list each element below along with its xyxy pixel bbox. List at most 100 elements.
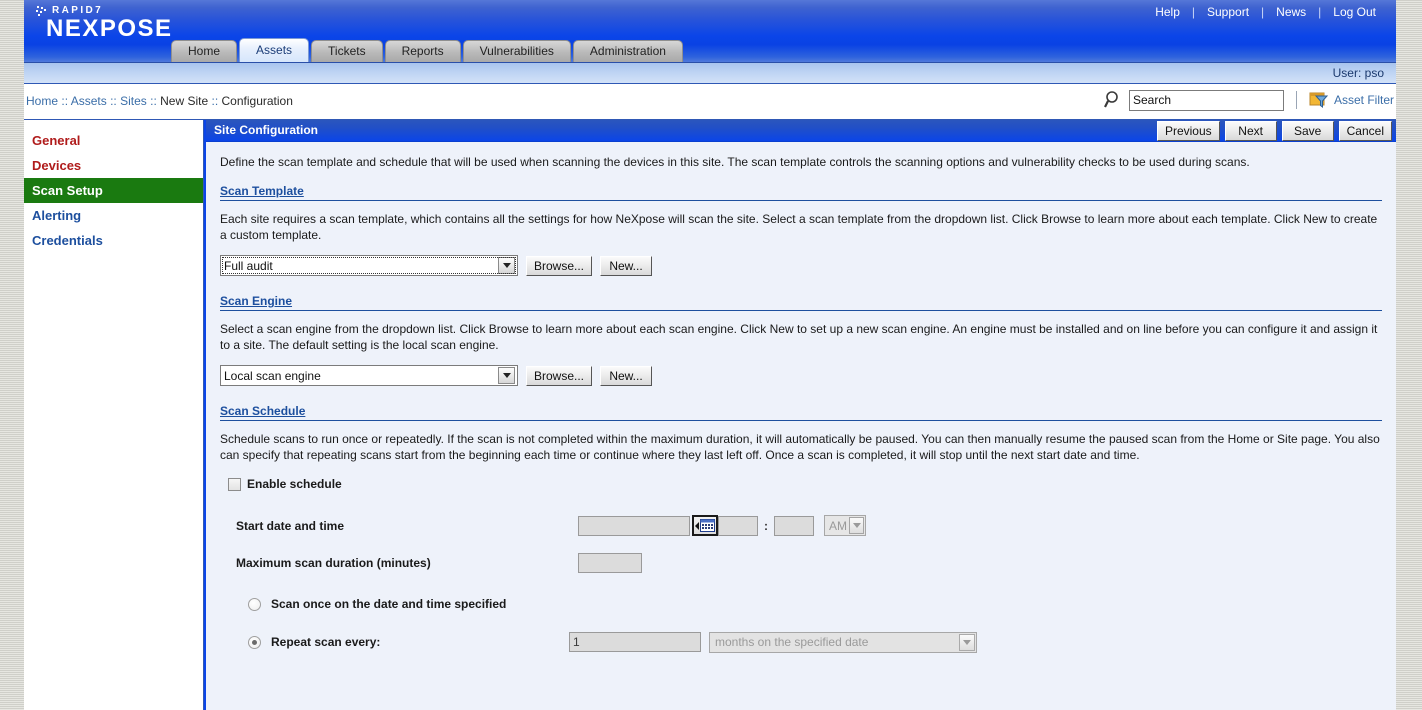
breadcrumb-item-home[interactable]: Home [26, 94, 58, 108]
page-title: Site Configuration [214, 123, 318, 137]
search-icon[interactable] [1103, 89, 1125, 111]
tab-assets[interactable]: Assets [239, 38, 310, 62]
scan-template-select[interactable]: Full audit [220, 255, 518, 276]
max-duration-input[interactable] [578, 552, 642, 573]
repeat-scan-radio[interactable] [248, 635, 261, 649]
intro-text: Define the scan template and schedule th… [220, 155, 1250, 169]
app-page: RAPID7 NEXPOSE Help | Support | News | L… [24, 0, 1396, 710]
sidebar-item-alerting[interactable]: Alerting [24, 203, 203, 228]
main-tabs: Home Assets Tickets Reports Vulnerabilit… [171, 38, 683, 62]
sidebar-item-credentials[interactable]: Credentials [24, 228, 203, 253]
breadcrumb-separator: :: [61, 94, 69, 108]
asset-filter-button[interactable]: Asset Filter [1309, 91, 1394, 109]
schedule-fields: Start date and time: AM Maximum scan du… [236, 507, 1382, 581]
tab-reports[interactable]: Reports [384, 40, 461, 62]
asset-filter-label: Asset Filter [1333, 93, 1394, 107]
breadcrumb-separator: :: [150, 94, 157, 108]
content-action-buttons: Previous Next Save Cancel [1156, 121, 1392, 141]
breadcrumb-item-new-site: New Site [160, 94, 209, 108]
scan-schedule-description: Schedule scans to run once or repeatedly… [220, 432, 1380, 462]
time-separator: : [764, 518, 768, 533]
breadcrumb-item-configuration: Configuration [221, 94, 293, 108]
divider [1295, 91, 1297, 109]
sidebar-item-scan-setup[interactable]: Scan Setup [24, 178, 203, 203]
content-area: Site Configuration Previous Next Save Ca… [204, 120, 1396, 710]
scan-template-controls: Full audit Browse... New... [220, 255, 1382, 276]
tab-home[interactable]: Home [171, 40, 238, 62]
scan-schedule-heading: Scan Schedule [220, 404, 306, 418]
nexpose-wordmark: NEXPOSE [46, 15, 173, 42]
tab-tickets[interactable]: Tickets [311, 40, 383, 62]
enable-schedule-checkbox[interactable] [228, 477, 241, 491]
tab-vulnerabilities[interactable]: Vulnerabilities [462, 40, 571, 62]
help-link[interactable]: Help [1143, 5, 1192, 19]
section-divider [220, 200, 1382, 201]
calendar-picker-icon[interactable] [692, 515, 718, 536]
start-minute-input[interactable] [774, 515, 814, 536]
previous-button[interactable]: Previous [1156, 121, 1220, 141]
support-link[interactable]: Support [1195, 5, 1261, 19]
enable-schedule-row[interactable]: Enable schedule [228, 477, 1382, 491]
scan-engine-controls: Local scan engine Browse... New... [220, 365, 1382, 386]
max-duration-label: Maximum scan duration (minutes) [236, 555, 431, 570]
section-divider [220, 310, 1382, 311]
scan-template-description: Each site requires a scan template, whic… [220, 212, 1378, 242]
user-bar: User: pso [24, 62, 1396, 84]
chevron-down-icon[interactable] [498, 257, 515, 274]
breadcrumb-bar: Home :: Assets :: Sites :: New Site :: C… [24, 84, 1396, 119]
start-date-input[interactable] [578, 515, 690, 536]
scan-template-section-header: Scan Template [220, 184, 1382, 201]
scan-template-browse-button[interactable]: Browse... [526, 255, 593, 276]
scan-setup-panel: Define the scan template and schedule th… [206, 142, 1396, 657]
start-date-time-row: Start date and time: AM [236, 507, 1382, 544]
scan-engine-browse-button[interactable]: Browse... [526, 365, 593, 386]
repeat-scan-row[interactable]: Repeat scan every: months on the specifi… [248, 627, 1382, 657]
content-title-bar: Site Configuration Previous Next Save Ca… [206, 120, 1396, 142]
next-button[interactable]: Next [1224, 121, 1277, 141]
news-link[interactable]: News [1264, 5, 1318, 19]
body: General Devices Scan Setup Alerting Cred… [24, 119, 1396, 710]
sidebar-item-devices[interactable]: Devices [24, 153, 203, 178]
current-user-label: User: pso [1332, 66, 1384, 80]
repeat-interval-input[interactable] [569, 632, 701, 652]
section-divider [220, 420, 1382, 421]
scan-template-new-button[interactable]: New... [600, 255, 653, 276]
scan-engine-selected-value: Local scan engine [224, 368, 321, 383]
scan-engine-section-header: Scan Engine [220, 294, 1382, 311]
repeat-scan-label: Repeat scan every: [271, 635, 381, 649]
site-config-sidebar: General Devices Scan Setup Alerting Cred… [24, 120, 204, 710]
ampm-selected-value: AM [829, 518, 847, 533]
breadcrumb-item-assets[interactable]: Assets [71, 94, 107, 108]
scan-engine-select[interactable]: Local scan engine [220, 365, 518, 386]
save-button[interactable]: Save [1281, 121, 1334, 141]
rapid7-spark-icon [36, 5, 48, 16]
cancel-button[interactable]: Cancel [1338, 121, 1392, 141]
scan-template-selected-value: Full audit [224, 258, 273, 273]
scan-template-heading: Scan Template [220, 184, 304, 198]
repeat-unit-selected-value: months on the specified date [715, 635, 869, 649]
start-date-time-label: Start date and time [236, 518, 345, 533]
start-hour-input[interactable] [718, 515, 758, 536]
repeat-unit-select[interactable]: months on the specified date [709, 631, 977, 653]
scan-engine-description: Select a scan engine from the dropdown l… [220, 322, 1378, 352]
scan-engine-new-button[interactable]: New... [600, 365, 653, 386]
logo[interactable]: RAPID7 NEXPOSE [34, 5, 173, 41]
log-out-link[interactable]: Log Out [1321, 5, 1388, 19]
ampm-select[interactable]: AM [824, 515, 866, 536]
page-left-gutter [0, 0, 24, 710]
breadcrumb-item-sites[interactable]: Sites [120, 94, 147, 108]
breadcrumb: Home :: Assets :: Sites :: New Site :: C… [26, 94, 293, 108]
chevron-down-icon[interactable] [498, 367, 515, 384]
breadcrumb-separator: :: [110, 94, 117, 108]
search-area: Asset Filter [1103, 89, 1394, 111]
scan-once-radio[interactable] [248, 597, 261, 611]
breadcrumb-separator: :: [211, 94, 219, 108]
search-input[interactable] [1128, 89, 1284, 111]
max-duration-row: Maximum scan duration (minutes) [236, 544, 1382, 581]
brand-header: RAPID7 NEXPOSE Help | Support | News | L… [24, 0, 1396, 62]
scan-once-row[interactable]: Scan once on the date and time specified [248, 589, 1382, 619]
chevron-down-icon[interactable] [959, 633, 975, 651]
sidebar-item-general[interactable]: General [24, 128, 203, 153]
tab-administration[interactable]: Administration [572, 40, 683, 62]
chevron-down-icon[interactable] [849, 517, 864, 534]
